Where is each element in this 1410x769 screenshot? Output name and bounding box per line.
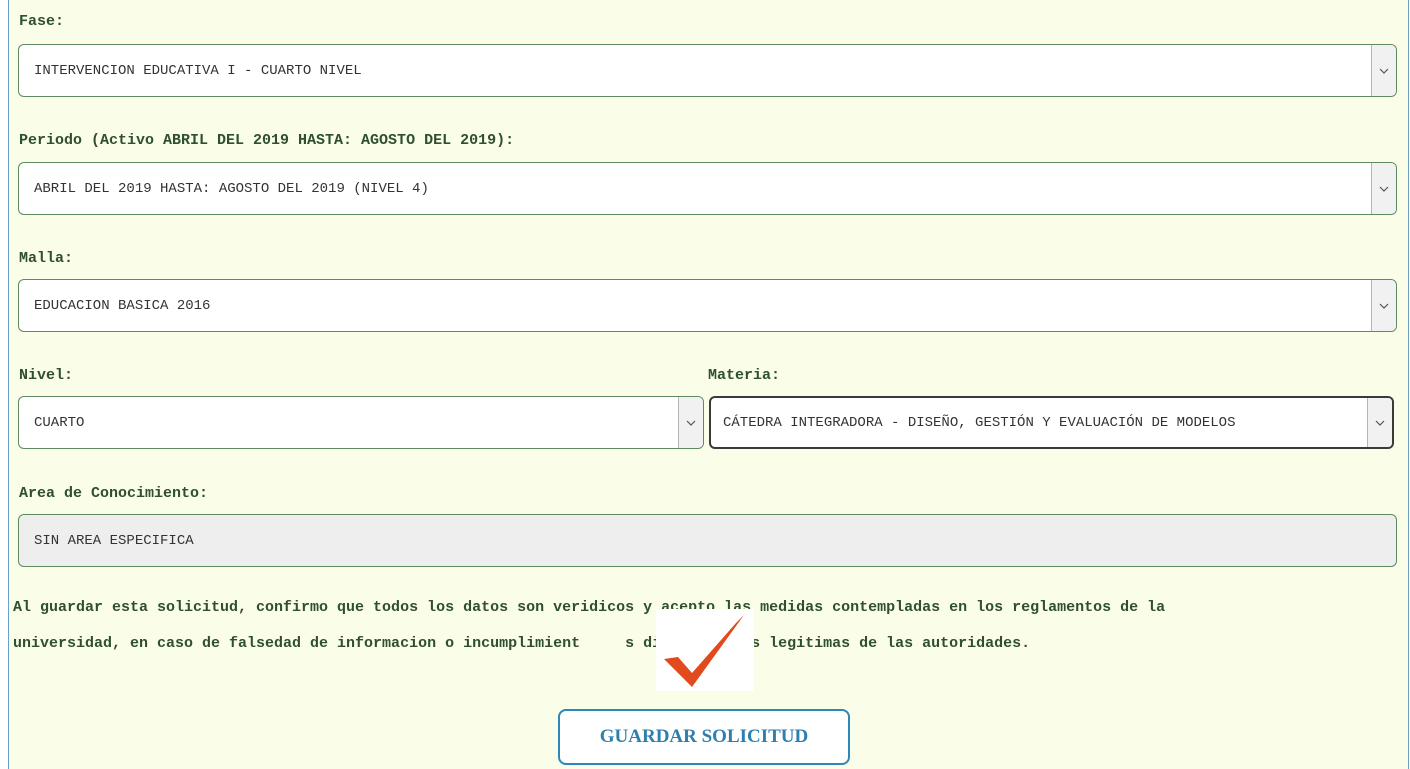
area-field-value: SIN AREA ESPECIFICA	[34, 532, 194, 549]
materia-select[interactable]: CÁTEDRA INTEGRADORA - DISEÑO, GESTIÓN Y …	[709, 396, 1394, 449]
chevron-down-icon[interactable]	[678, 397, 703, 448]
chevron-down-icon[interactable]	[1371, 280, 1396, 331]
save-request-button[interactable]: GUARDAR SOLICITUD	[558, 709, 850, 765]
materia-select-value: CÁTEDRA INTEGRADORA - DISEÑO, GESTIÓN Y …	[723, 414, 1236, 431]
chevron-down-icon[interactable]	[1367, 398, 1392, 447]
fase-select-value: INTERVENCION EDUCATIVA I - CUARTO NIVEL	[34, 62, 362, 79]
malla-select-value: EDUCACION BASICA 2016	[34, 297, 211, 314]
periodo-label: Periodo (Activo ABRIL DEL 2019 HASTA: AG…	[19, 132, 515, 149]
area-field: SIN AREA ESPECIFICA	[18, 514, 1397, 567]
malla-select[interactable]: EDUCACION BASICA 2016	[18, 279, 1397, 332]
periodo-select-value: ABRIL DEL 2019 HASTA: AGOSTO DEL 2019 (N…	[34, 180, 429, 197]
checkmark-icon	[656, 609, 754, 691]
fase-select[interactable]: INTERVENCION EDUCATIVA I - CUARTO NIVEL	[18, 44, 1397, 97]
periodo-select[interactable]: ABRIL DEL 2019 HASTA: AGOSTO DEL 2019 (N…	[18, 162, 1397, 215]
fase-label: Fase:	[19, 13, 65, 30]
nivel-select[interactable]: CUARTO	[18, 396, 704, 449]
materia-label: Materia:	[708, 367, 781, 384]
chevron-down-icon[interactable]	[1371, 45, 1396, 96]
nivel-label: Nivel:	[19, 367, 74, 384]
nivel-select-value: CUARTO	[34, 414, 85, 431]
chevron-down-icon[interactable]	[1371, 163, 1396, 214]
malla-label: Malla:	[19, 250, 74, 267]
area-label: Area de Conocimiento:	[19, 485, 209, 502]
